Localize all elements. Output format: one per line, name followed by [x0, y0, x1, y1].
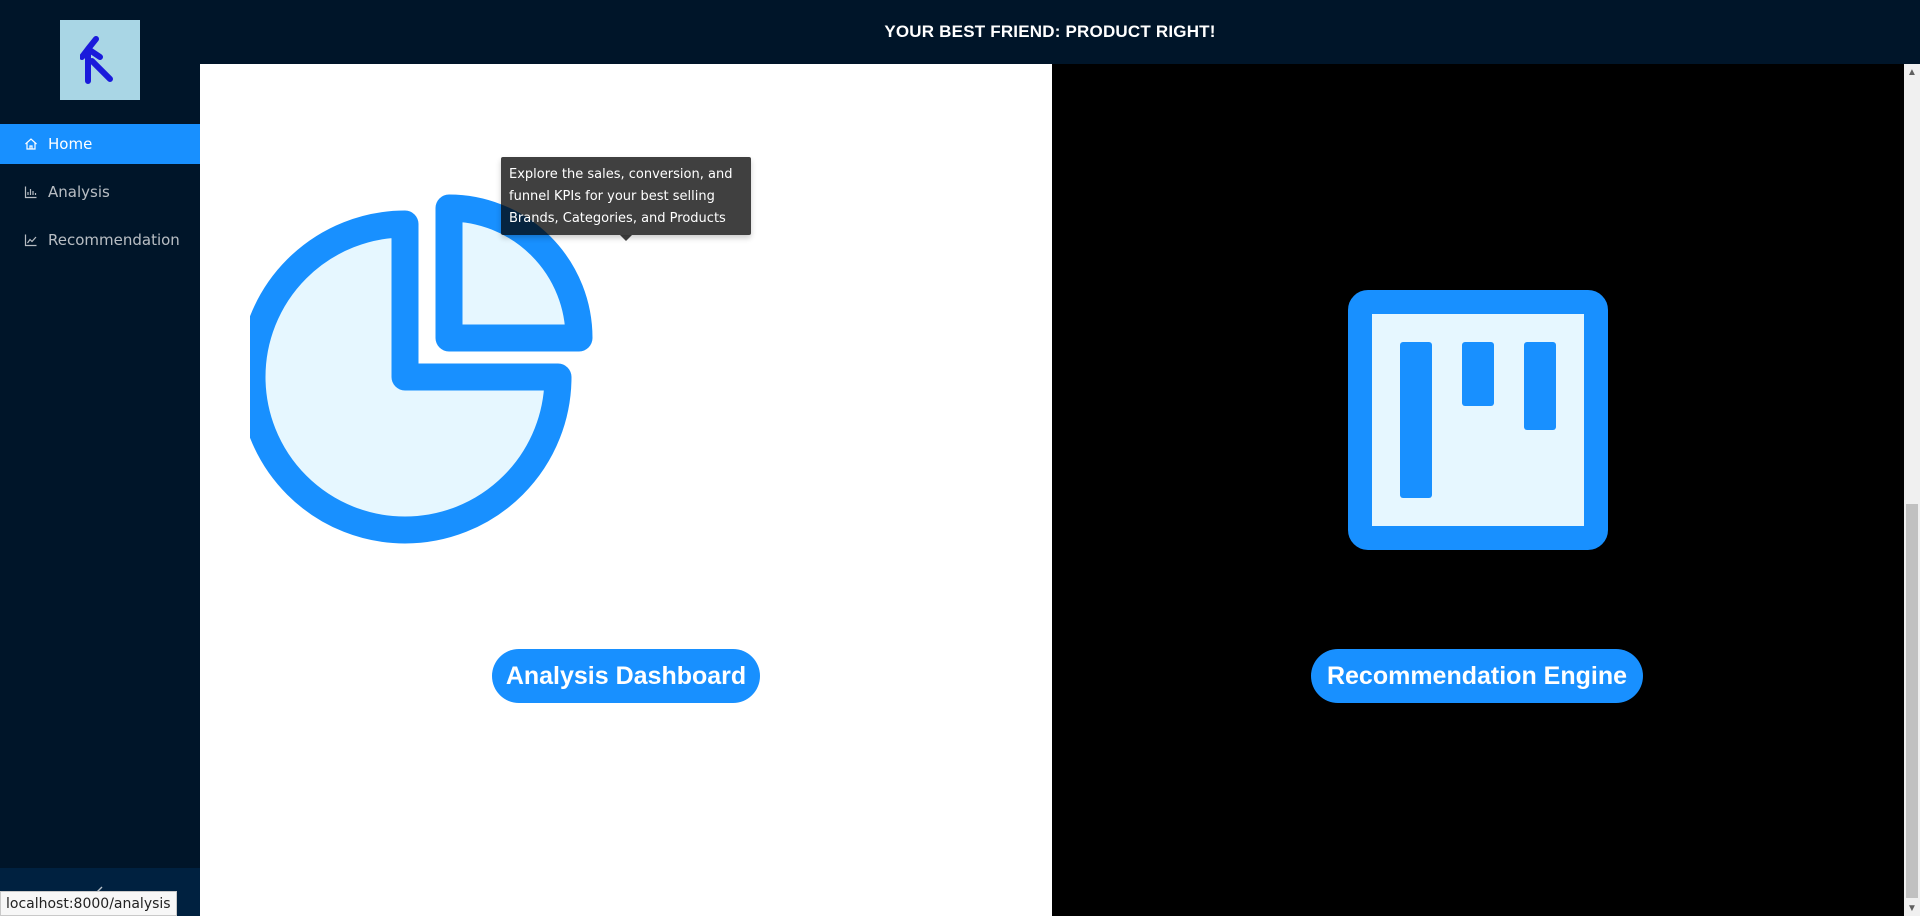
project-board-icon[interactable]	[1348, 290, 1608, 550]
tooltip-arrow	[620, 235, 632, 241]
scroll-down-arrow-icon[interactable]: ▼	[1904, 900, 1920, 916]
line-chart-icon	[24, 233, 38, 247]
analysis-dashboard-button[interactable]: Analysis Dashboard	[492, 649, 760, 703]
sidebar-item-label: Recommendation	[48, 231, 180, 249]
analysis-tooltip: Explore the sales, conversion, and funne…	[501, 157, 751, 235]
arrow-logo-icon	[80, 36, 113, 84]
sidebar-item-analysis[interactable]: Analysis	[0, 172, 200, 212]
recommendation-engine-button[interactable]: Recommendation Engine	[1311, 649, 1643, 703]
scroll-up-arrow-icon[interactable]: ▲	[1904, 64, 1920, 80]
sidebar-item-label: Analysis	[48, 183, 110, 201]
sidebar-item-home[interactable]: Home	[0, 124, 200, 164]
scroll-thumb[interactable]	[1906, 504, 1918, 898]
app-logo[interactable]	[60, 20, 140, 100]
pie-chart-icon[interactable]	[250, 184, 610, 544]
sidebar-item-recommendation[interactable]: Recommendation	[0, 220, 200, 260]
sidebar-item-label: Home	[48, 135, 93, 153]
page-title: YOUR BEST FRIEND: PRODUCT RIGHT!	[884, 22, 1216, 41]
sidebar-menu: Home Analysis Recommendation	[0, 124, 200, 268]
page-scrollbar[interactable]: ▲ ▼	[1904, 64, 1920, 916]
top-header: YOUR BEST FRIEND: PRODUCT RIGHT!	[200, 0, 1920, 64]
bar-chart-icon	[24, 185, 38, 199]
home-icon	[24, 137, 38, 151]
sidebar: Home Analysis Recommendation	[0, 0, 200, 916]
link-preview-statusbar: localhost:8000/analysis	[0, 891, 177, 916]
